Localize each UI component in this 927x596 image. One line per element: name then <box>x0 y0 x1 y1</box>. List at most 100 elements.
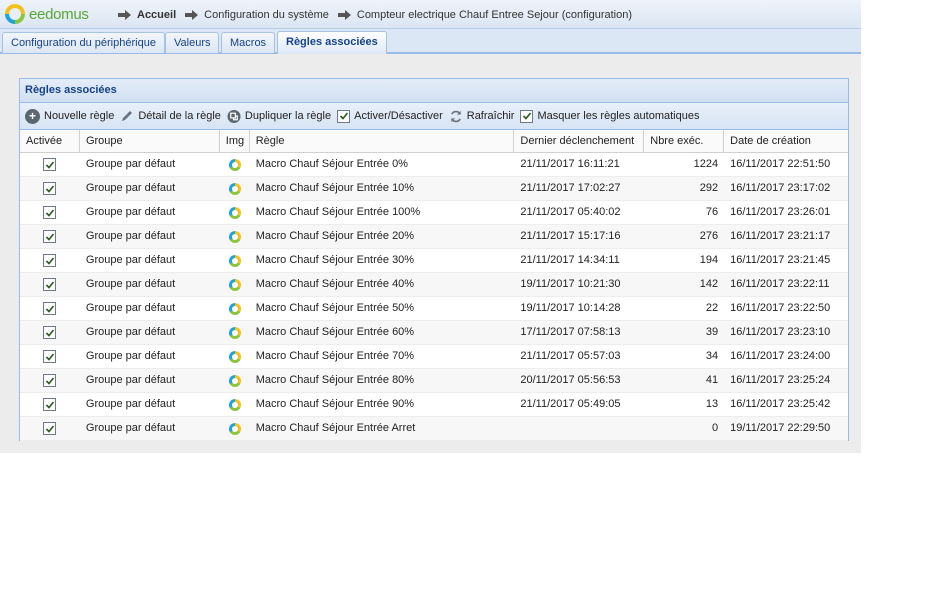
created-cell: 16/11/2017 23:21:17 <box>730 230 831 242</box>
tab-associated-rules[interactable]: Règles associées <box>277 31 387 54</box>
table-row[interactable]: Groupe par défaut Macro Chauf Séjour Entr… <box>20 177 848 201</box>
duplicate-rule-label: Dupliquer la règle <box>244 110 332 122</box>
rule-cell: Macro Chauf Séjour Entrée 30% <box>255 254 415 266</box>
breadcrumb-item-system-config[interactable]: Configuration du système <box>185 9 329 21</box>
tab-values[interactable]: Valeurs <box>165 32 220 53</box>
img-cell <box>220 321 250 344</box>
img-cell <box>220 177 250 200</box>
tab-macros[interactable]: Macros <box>221 32 276 53</box>
exec-count-cell: 194 <box>699 254 719 266</box>
active-checkbox[interactable] <box>43 326 57 339</box>
breadcrumb-item-home[interactable]: Accueil <box>118 9 176 21</box>
active-checkbox[interactable] <box>43 158 57 171</box>
column-header-created[interactable]: Date de création <box>724 130 848 153</box>
breadcrumb-item-device[interactable]: Compteur electrique Chauf Entree Sejour … <box>337 9 632 21</box>
active-cell <box>20 225 80 248</box>
rule-icon <box>228 398 241 411</box>
img-cell <box>220 369 250 392</box>
toggle-activation-button[interactable]: Activer/Désactiver <box>337 109 443 123</box>
rule-icon <box>228 158 241 171</box>
last-trigger-cell: 21/11/2017 14:34:11 <box>520 254 620 266</box>
eedomus-logo-icon <box>5 4 25 24</box>
last-trigger-cell: 21/11/2017 17:02:27 <box>520 182 621 194</box>
last-trigger-cell: 21/11/2017 05:49:05 <box>520 398 621 410</box>
rule-cell: Macro Chauf Séjour Entrée 40% <box>255 278 415 290</box>
table-row[interactable]: Groupe par défaut Macro Chauf Séjour Entr… <box>20 201 848 225</box>
table-row[interactable]: Groupe par défaut Macro Chauf Séjour Entr… <box>20 417 848 441</box>
img-cell <box>220 153 250 176</box>
active-checkbox[interactable] <box>43 206 57 219</box>
rule-icon <box>228 350 241 363</box>
active-checkbox[interactable] <box>43 230 57 243</box>
active-checkbox[interactable] <box>43 278 57 291</box>
active-checkbox[interactable] <box>43 182 57 195</box>
column-header-active[interactable]: Activée <box>20 130 80 153</box>
exec-count-cell: 1224 <box>693 158 719 170</box>
hide-auto-rules-label: Masquer les règles automatiques <box>537 110 700 122</box>
group-cell: Groupe par défaut <box>85 374 176 386</box>
active-checkbox[interactable] <box>43 350 57 363</box>
table-row[interactable]: Groupe par défaut Macro Chauf Séjour Entr… <box>20 297 848 321</box>
rules-toolbar: + Nouvelle règle Détail de la règle Dupl… <box>20 103 848 130</box>
rule-cell: Macro Chauf Séjour Entrée Arret <box>255 422 416 434</box>
img-cell <box>220 345 250 368</box>
duplicate-rule-button[interactable]: Dupliquer la règle <box>227 109 331 123</box>
group-cell: Groupe par défaut <box>85 278 176 290</box>
table-row[interactable]: Groupe par défaut Macro Chauf Séjour Entr… <box>20 273 848 297</box>
last-trigger-cell: 17/11/2017 07:58:13 <box>520 326 621 338</box>
group-cell: Groupe par défaut <box>85 206 176 218</box>
last-trigger-cell <box>514 417 644 440</box>
table-row[interactable]: Groupe par défaut Macro Chauf Séjour Entr… <box>20 369 848 393</box>
rule-icon <box>228 182 241 195</box>
logo[interactable]: eedomus <box>5 3 89 25</box>
table-row[interactable]: Groupe par défaut Macro Chauf Séjour Entr… <box>20 249 848 273</box>
created-cell: 16/11/2017 23:22:11 <box>730 278 830 290</box>
table-row[interactable]: Groupe par défaut Macro Chauf Séjour Entr… <box>20 393 848 417</box>
tab-device-config[interactable]: Configuration du périphérique <box>2 32 165 53</box>
rule-icon <box>228 206 241 219</box>
tab-bar: Configuration du périphérique Valeurs Ma… <box>0 29 861 54</box>
table-row[interactable]: Groupe par défaut Macro Chauf Séjour Entr… <box>20 321 848 345</box>
refresh-button[interactable]: Rafraîchir <box>449 109 514 123</box>
app-window: eedomus Accueil Configuration du système… <box>0 0 861 453</box>
exec-count-cell: 292 <box>699 182 719 194</box>
exec-count-cell: 276 <box>699 230 719 242</box>
column-header-group[interactable]: Groupe <box>80 130 220 153</box>
active-checkbox[interactable] <box>43 374 57 387</box>
column-header-img[interactable]: Img <box>220 130 250 153</box>
last-trigger-cell: 21/11/2017 05:57:03 <box>520 350 621 362</box>
active-cell <box>20 273 80 296</box>
active-cell <box>20 153 80 176</box>
hide-auto-rules-checkbox[interactable] <box>520 109 534 123</box>
grid-header: Activée Groupe Img Règle Dernier déclenc… <box>20 130 848 153</box>
rule-cell: Macro Chauf Séjour Entrée 20% <box>255 230 415 242</box>
active-checkbox[interactable] <box>43 302 57 315</box>
created-cell: 19/11/2017 22:29:50 <box>730 422 831 434</box>
active-checkbox[interactable] <box>43 254 57 267</box>
rule-icon <box>228 278 241 291</box>
active-cell <box>20 249 80 272</box>
table-row[interactable]: Groupe par défaut Macro Chauf Séjour Entr… <box>20 345 848 369</box>
table-row[interactable]: Groupe par défaut Macro Chauf Séjour Entr… <box>20 225 848 249</box>
created-cell: 16/11/2017 23:26:01 <box>730 206 831 218</box>
grid-body: Groupe par défaut Macro Chauf Séjour Entr… <box>20 153 848 441</box>
created-cell: 16/11/2017 23:25:42 <box>730 398 831 410</box>
hide-auto-rules-toggle[interactable]: Masquer les règles automatiques <box>520 109 700 123</box>
new-rule-button[interactable]: + Nouvelle règle <box>25 108 114 124</box>
rule-detail-button[interactable]: Détail de la règle <box>120 109 221 123</box>
img-cell <box>220 249 250 272</box>
column-header-last-trigger[interactable]: Dernier déclenchement <box>514 130 645 153</box>
exec-count-cell: 22 <box>705 302 719 314</box>
rule-detail-label: Détail de la règle <box>138 110 221 122</box>
exec-count-cell: 13 <box>705 398 719 410</box>
rule-icon <box>228 422 241 435</box>
created-cell: 16/11/2017 23:22:50 <box>730 302 831 314</box>
column-header-exec-count[interactable]: Nbre exéc. <box>644 130 725 153</box>
rule-icon <box>228 374 241 387</box>
rule-cell: Macro Chauf Séjour Entrée 60% <box>255 326 415 338</box>
column-header-rule[interactable]: Règle <box>250 130 515 153</box>
active-checkbox[interactable] <box>43 398 57 411</box>
active-checkbox[interactable] <box>43 422 57 435</box>
table-row[interactable]: Groupe par défaut Macro Chauf Séjour Entr… <box>20 153 848 177</box>
active-cell <box>20 321 80 344</box>
